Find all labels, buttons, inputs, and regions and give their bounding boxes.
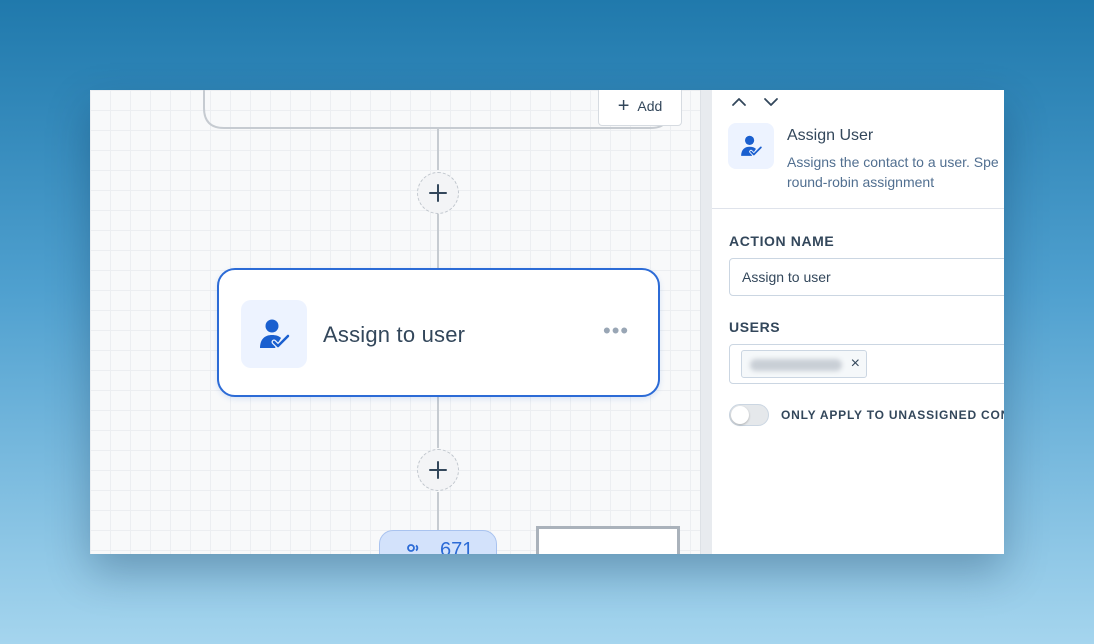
chevron-up-icon[interactable]	[730, 94, 748, 110]
action-title: Assign User	[787, 127, 874, 144]
enrolled-count-badge[interactable]: 671	[379, 530, 497, 554]
users-label: USERS	[729, 319, 781, 335]
panel-divider	[712, 208, 1004, 209]
insert-action-button-bottom[interactable]	[417, 449, 459, 491]
assign-user-action-node[interactable]: Assign to user •••	[217, 268, 660, 397]
action-settings-panel: Assign User Assigns the contact to a use…	[712, 90, 1004, 554]
workflow-node-partial[interactable]	[536, 526, 680, 554]
more-options-icon[interactable]: •••	[603, 318, 629, 344]
workflow-canvas[interactable]: + Add Assign to user ••• 671	[90, 90, 700, 554]
selected-user-chip: ×	[741, 350, 867, 378]
action-name-value: Assign to user	[742, 269, 831, 285]
action-name-label: ACTION NAME	[729, 233, 835, 249]
node-title: Assign to user	[323, 322, 466, 347]
unassigned-only-label: ONLY APPLY TO UNASSIGNED CONT	[781, 408, 1004, 422]
toggle-knob	[731, 406, 749, 424]
user-check-icon	[728, 123, 774, 169]
plus-icon	[429, 461, 447, 479]
action-description-line-2: round-robin assignment	[787, 174, 935, 190]
add-branch-button[interactable]: + Add	[598, 90, 682, 126]
remove-user-icon[interactable]: ×	[851, 355, 860, 373]
enrolled-count: 671	[440, 539, 474, 554]
user-check-icon	[241, 300, 307, 368]
workflow-editor-window: + Add Assign to user ••• 671 Assign User…	[90, 90, 1004, 554]
plus-icon	[429, 184, 447, 202]
redacted-user-name	[750, 359, 842, 371]
insert-action-button-top[interactable]	[417, 172, 459, 214]
chevron-down-icon[interactable]	[762, 94, 780, 110]
action-description-line-1: Assigns the contact to a user. Spe	[787, 154, 999, 170]
plus-icon: +	[617, 95, 630, 117]
users-select-field[interactable]: ×	[729, 344, 1004, 384]
add-button-label: Add	[637, 98, 663, 114]
contacts-icon	[407, 544, 419, 552]
action-name-input[interactable]: Assign to user	[729, 258, 1004, 296]
unassigned-only-toggle[interactable]	[729, 404, 769, 426]
action-description: Assigns the contact to a user. Spe round…	[787, 152, 1004, 192]
